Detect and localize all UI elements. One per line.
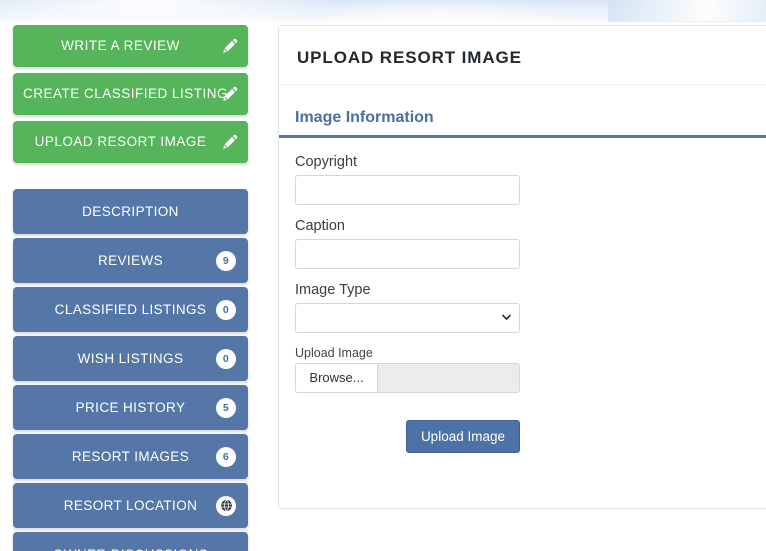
upload-image-label: Upload Image [295,346,373,360]
caption-label: Caption [295,218,345,234]
sidebar-item-reviews[interactable]: REVIEWS 9 [13,238,248,283]
globe-icon [216,495,236,516]
caption-input[interactable] [295,239,520,269]
upload-image-field-group: Upload Image Browse... [295,346,766,393]
sidebar-item-label: PRICE HISTORY [75,400,186,415]
submit-row: Upload Image [295,406,520,453]
wish-listings-count-badge: 0 [216,348,236,369]
sidebar-item-classified-listings[interactable]: CLASSIFIED LISTINGS 0 [13,287,248,332]
write-a-review-button[interactable]: WRITE A REVIEW [13,25,248,67]
upload-image-form: Copyright Caption Image Type Upload Imag… [279,138,766,453]
pencil-icon [222,86,238,102]
pencil-icon [222,38,238,54]
sidebar-item-label: DESCRIPTION [82,204,179,219]
image-type-select[interactable] [295,303,520,333]
reviews-count-badge: 9 [216,250,236,271]
copyright-input[interactable] [295,175,520,205]
sidebar-item-price-history[interactable]: PRICE HISTORY 5 [13,385,248,430]
price-history-count-badge: 5 [216,397,236,418]
write-a-review-label: WRITE A REVIEW [61,38,180,53]
page-title: UPLOAD RESORT IMAGE [279,26,766,85]
sidebar-item-resort-images[interactable]: RESORT IMAGES 6 [13,434,248,479]
upload-resort-image-button[interactable]: UPLOAD RESORT IMAGE [13,121,248,163]
upload-resort-image-label: UPLOAD RESORT IMAGE [34,134,207,149]
caption-field-group: Caption [295,218,766,269]
header-sky-panel-right [608,0,766,22]
sidebar-item-label: REVIEWS [97,253,164,268]
upload-image-submit-button[interactable]: Upload Image [405,420,520,453]
sidebar-item-owner-discussions[interactable]: OWNER DISCUSSIONS [13,532,248,551]
sidebar-item-label: OWNER DISCUSSIONS [13,532,248,551]
image-type-select-wrapper [295,303,520,333]
selected-file-name [378,364,519,392]
copyright-field-group: Copyright [295,154,766,205]
sidebar: WRITE A REVIEW CREATE CLASSIFIED LISTING… [13,25,248,551]
sidebar-item-label: RESORT IMAGES [71,449,190,464]
create-classified-listing-label: CREATE CLASSIFIED LISTING [23,86,229,101]
copyright-label: Copyright [295,154,358,170]
browse-button[interactable]: Browse... [296,364,378,392]
page-root: WRITE A REVIEW CREATE CLASSIFIED LISTING… [0,0,766,551]
sidebar-item-label: RESORT LOCATION [63,498,198,513]
image-type-field-group: Image Type [295,282,766,333]
upload-resort-image-panel: UPLOAD RESORT IMAGE Image Information Co… [278,25,766,509]
section-heading-image-information: Image Information [279,109,766,138]
sidebar-item-label: CLASSIFIED LISTINGS [54,302,207,317]
sidebar-item-resort-location[interactable]: RESORT LOCATION [13,483,248,528]
image-type-label: Image Type [295,282,371,298]
resort-images-count-badge: 6 [216,446,236,467]
sidebar-item-label: WISH LISTINGS [77,351,184,366]
create-classified-listing-button[interactable]: CREATE CLASSIFIED LISTING [13,73,248,115]
sidebar-item-description[interactable]: DESCRIPTION [13,189,248,234]
classified-listings-count-badge: 0 [216,299,236,320]
file-input[interactable]: Browse... [295,363,520,393]
sidebar-item-wish-listings[interactable]: WISH LISTINGS 0 [13,336,248,381]
pencil-icon [222,134,238,150]
